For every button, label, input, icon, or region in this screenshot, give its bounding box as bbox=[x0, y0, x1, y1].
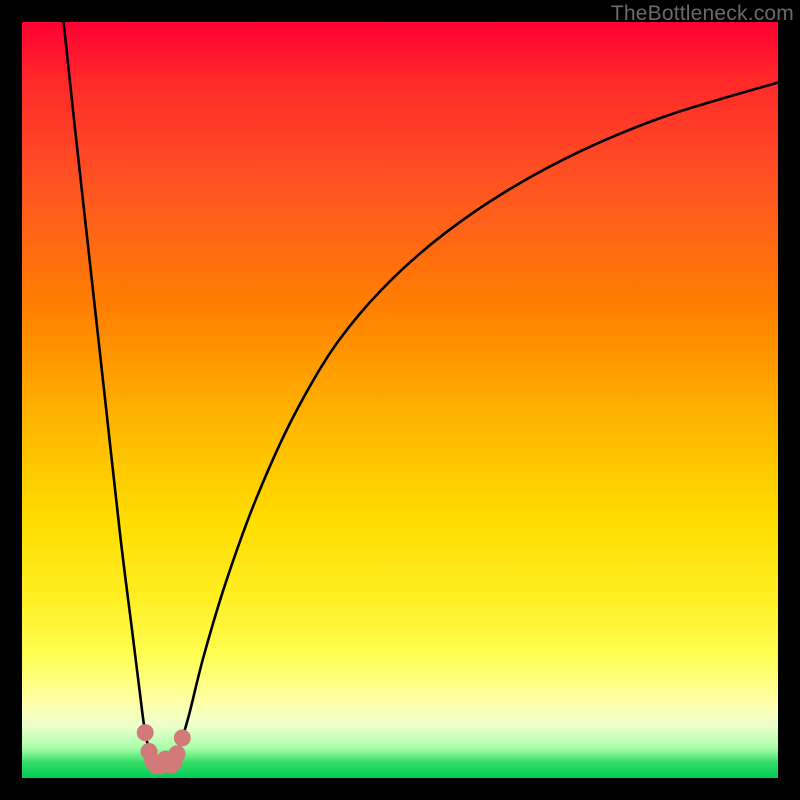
plot-area bbox=[22, 22, 778, 778]
bottleneck-curve bbox=[64, 22, 778, 766]
min-marker bbox=[174, 729, 191, 746]
chart-frame: TheBottleneck.com bbox=[0, 0, 800, 800]
curve-svg bbox=[22, 22, 778, 778]
min-markers-group bbox=[137, 724, 191, 774]
min-marker bbox=[168, 745, 185, 762]
min-marker bbox=[137, 724, 154, 741]
